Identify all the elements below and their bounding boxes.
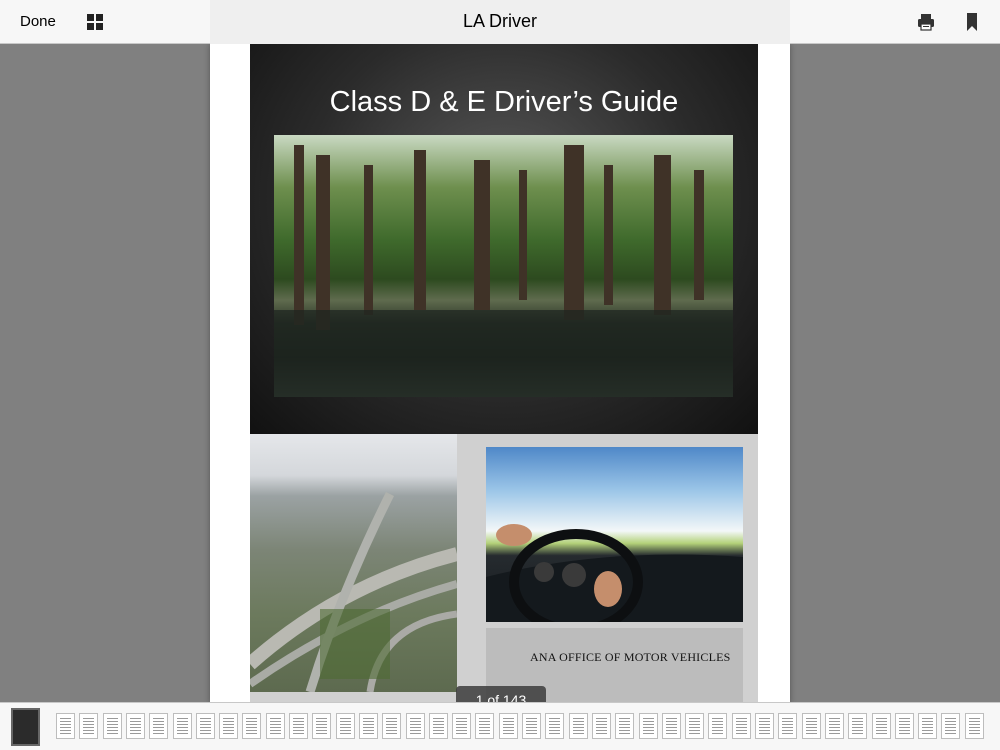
page-thumbnail[interactable] (801, 713, 821, 739)
page-thumbnail[interactable] (335, 713, 355, 739)
page-thumbnail[interactable] (522, 713, 541, 739)
page-thumbnail[interactable] (871, 713, 891, 739)
page-thumbnail[interactable] (591, 713, 611, 739)
page-indicator: 1 of 143 (456, 686, 546, 702)
print-icon[interactable] (917, 13, 935, 31)
page-thumbnail-selected[interactable] (11, 708, 40, 746)
page-thumbnail[interactable] (56, 713, 75, 739)
driving-steering-wheel-photo (486, 447, 743, 622)
page-thumbnail[interactable] (894, 713, 914, 739)
page-thumbnail[interactable] (289, 713, 308, 739)
page-thumbnail[interactable] (498, 713, 518, 739)
page-thumbnail[interactable] (312, 713, 332, 739)
page-thumbnail[interactable] (755, 713, 774, 739)
cypress-swamp-photo (274, 135, 733, 397)
page-thumbnail[interactable] (824, 713, 844, 739)
page-thumbnail[interactable] (848, 713, 868, 739)
grid-icon[interactable] (87, 14, 103, 30)
toolbar-center-segment (210, 0, 790, 44)
done-button[interactable]: Done (20, 13, 56, 30)
bookmark-icon[interactable] (966, 13, 978, 31)
highway-interchange-photo (250, 434, 457, 692)
page-thumbnail[interactable] (941, 713, 961, 739)
page-thumbnail[interactable] (195, 713, 215, 739)
pdf-page: Class D & E Driver’s Guide ANA OFFICE OF… (210, 44, 790, 702)
page-thumbnail[interactable] (685, 713, 705, 739)
page-thumbnail[interactable] (731, 713, 751, 739)
page-thumbnail[interactable] (918, 713, 938, 739)
page-thumbnail[interactable] (405, 713, 425, 739)
page-thumbnail[interactable] (475, 713, 495, 739)
page-thumbnail[interactable] (102, 713, 122, 739)
page-thumbnail[interactable] (358, 713, 378, 739)
page-thumbnail[interactable] (661, 713, 681, 739)
page-thumbnail[interactable] (964, 713, 984, 739)
page-thumbnail[interactable] (382, 713, 402, 739)
page-thumbnail[interactable] (242, 713, 262, 739)
cover-footer-text: ANA OFFICE OF MOTOR VEHICLES (530, 650, 731, 664)
pdf-viewer[interactable]: Class D & E Driver’s Guide ANA OFFICE OF… (0, 44, 1000, 702)
page-thumbnail[interactable] (545, 713, 565, 739)
cover-title: Class D & E Driver’s Guide (329, 86, 679, 118)
page-thumbnail[interactable] (125, 713, 145, 739)
page-thumbnail[interactable] (428, 713, 448, 739)
top-toolbar: Done LA Driver (0, 0, 1000, 44)
page-thumbnail[interactable] (778, 713, 798, 739)
page-thumbnail[interactable] (265, 713, 285, 739)
page-thumbnail[interactable] (615, 713, 635, 739)
page-thumbnail[interactable] (638, 713, 658, 739)
page-thumbnail[interactable] (79, 713, 99, 739)
page-thumbnail[interactable] (149, 713, 169, 739)
page-thumbnail[interactable] (172, 713, 192, 739)
page-thumbnail[interactable] (708, 713, 728, 739)
page-thumbnail[interactable] (219, 713, 239, 739)
page-thumbnail[interactable] (452, 713, 472, 739)
page-thumbnail[interactable] (568, 713, 588, 739)
page-thumbnail-strip[interactable] (0, 702, 1000, 750)
